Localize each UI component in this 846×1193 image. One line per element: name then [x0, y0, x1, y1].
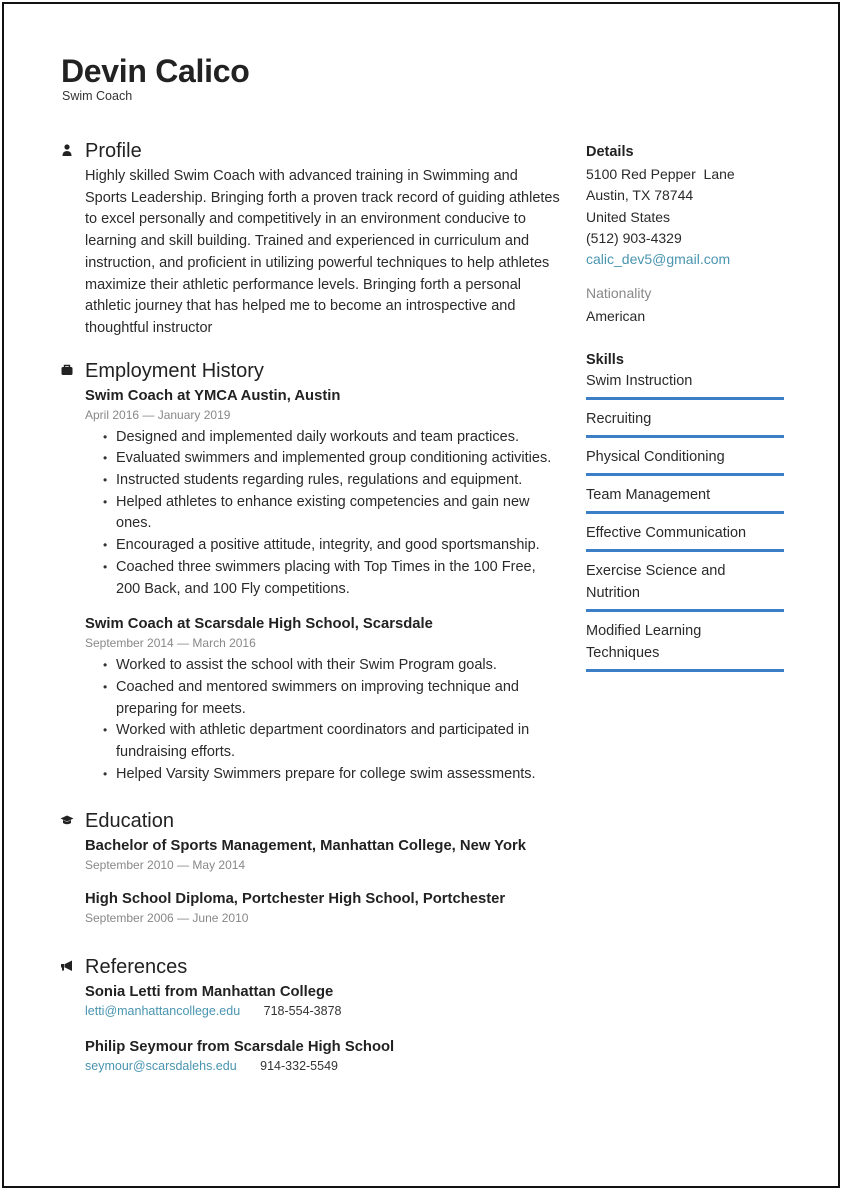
profile-summary: Highly skilled Swim Coach with advanced … [85, 168, 560, 336]
skill-level-bar [586, 510, 784, 514]
degree-title: Bachelor of Sports Management, Manhattan… [85, 838, 526, 855]
skill-item: Swim Instruction [586, 370, 784, 400]
skill-name: Team Management [586, 486, 711, 503]
skill-item: Effective Communication [586, 522, 784, 552]
briefcase-icon [61, 364, 73, 375]
bullet-item: Designed and implemented daily workouts … [103, 427, 560, 449]
employment-heading: Employment History [61, 358, 560, 384]
skill-level-bar [586, 396, 784, 400]
skill-level-fill [586, 396, 784, 400]
reference-email-link[interactable]: seymour@scarsdalehs.edu [85, 1059, 237, 1073]
address-line-2: Austin, TX 78744 [586, 187, 694, 204]
candidate-title: Swim Coach [62, 89, 133, 103]
bullet-item: Worked to assist the school with their S… [103, 655, 560, 677]
degree-dates: September 2010 — May 2014 [85, 858, 246, 873]
reference-entry: Philip Seymour from Scarsdale High Schoo… [85, 1037, 560, 1075]
skill-level-fill [586, 668, 784, 672]
phone: (512) 903-4329 [586, 229, 682, 246]
bullet-item: Coached three swimmers placing with Top … [103, 557, 560, 600]
skill-name: Effective Communication [586, 524, 747, 541]
skills-list: Swim Instruction Recruiting Physical Con… [586, 370, 784, 672]
skill-level-bar [586, 472, 784, 476]
references-heading: References [61, 954, 560, 980]
nationality-label: Nationality [586, 285, 652, 302]
profile-heading-text: Profile [85, 140, 142, 162]
skill-name: Exercise Science and Nutrition [586, 562, 726, 601]
skill-level-fill [586, 472, 784, 476]
degree-title: High School Diploma, Portchester High Sc… [85, 891, 506, 908]
education-heading-text: Education [85, 810, 174, 833]
job-bullets: Worked to assist the school with their S… [85, 655, 560, 785]
bullet-item: Worked with athletic department coordina… [103, 720, 560, 763]
address-line-1: 5100 Red Pepper Lane [586, 166, 735, 182]
skill-name: Swim Instruction [586, 372, 693, 389]
person-icon [62, 144, 72, 156]
education-section: Education Bachelor of Sports Management,… [60, 808, 560, 927]
bullet-item: Helped Varsity Swimmers prepare for coll… [103, 764, 560, 786]
employment-section: Employment History Swim Coach at YMCA Au… [60, 358, 560, 786]
reference-name: Philip Seymour from Scarsdale High Schoo… [85, 1039, 395, 1056]
reference-phone: 914-332-5549 [260, 1059, 338, 1074]
sidebar-column: Details 5100 Red Pepper Lane Austin, TX … [586, 143, 784, 680]
skill-item: Physical Conditioning [586, 446, 784, 476]
skill-level-bar [586, 434, 784, 438]
profile-section: Profile Highly skilled Swim Coach with a… [60, 138, 560, 340]
skill-name: Physical Conditioning [586, 448, 725, 465]
job-entry: Swim Coach at Scarsdale High School, Sca… [85, 614, 560, 785]
skills-heading: Skills [586, 351, 624, 368]
education-heading: Education [60, 808, 560, 834]
skill-level-fill [586, 548, 784, 552]
megaphone-icon [61, 960, 72, 972]
skill-level-fill [586, 608, 784, 612]
skill-level-fill [586, 510, 784, 514]
bullet-item: Evaluated swimmers and implemented group… [103, 448, 560, 470]
references-section: References Sonia Letti from Manhattan Co… [60, 954, 560, 1075]
email-link[interactable]: calic_dev5@gmail.com [586, 249, 784, 270]
bullet-item: Instructed students regarding rules, reg… [103, 470, 560, 492]
skill-item: Modified Learning Techniques [586, 620, 784, 672]
job-title: Swim Coach at Scarsdale High School, Sca… [85, 616, 433, 633]
employment-heading-text: Employment History [85, 359, 264, 382]
job-bullets: Designed and implemented daily workouts … [85, 427, 560, 601]
skill-level-fill [586, 434, 784, 438]
job-dates: April 2016 — January 2019 [85, 407, 231, 422]
bullet-item: Coached and mentored swimmers on improvi… [103, 677, 560, 720]
candidate-name: Devin Calico [61, 53, 250, 89]
job-title: Swim Coach at YMCA Austin, Austin [85, 387, 341, 404]
references-heading-text: References [85, 956, 188, 979]
reference-entry: Sonia Letti from Manhattan College letti… [85, 982, 560, 1020]
details-heading: Details [586, 144, 634, 160]
job-dates: September 2014 — March 2016 [85, 636, 256, 651]
main-column: Profile Highly skilled Swim Coach with a… [60, 138, 560, 1075]
skill-level-bar [586, 548, 784, 552]
skill-level-bar [586, 608, 784, 612]
details-block: 5100 Red Pepper Lane Austin, TX 78744 Un… [586, 164, 784, 270]
nationality-value: American [586, 308, 646, 325]
bullet-item: Encouraged a positive attitude, integrit… [103, 535, 560, 557]
skill-name: Modified Learning Techniques [586, 622, 702, 661]
skill-item: Exercise Science and Nutrition [586, 560, 784, 612]
bullet-item: Helped athletes to enhance existing comp… [103, 492, 560, 535]
reference-email-link[interactable]: letti@manhattancollege.edu [85, 1004, 240, 1018]
profile-heading: Profile [62, 138, 560, 164]
graduation-cap-icon [60, 815, 74, 825]
skill-item: Team Management [586, 484, 784, 514]
reference-name: Sonia Letti from Manhattan College [85, 984, 334, 1001]
skill-level-bar [586, 668, 784, 672]
skill-item: Recruiting [586, 408, 784, 438]
job-entry: Swim Coach at YMCA Austin, Austin April … [85, 386, 560, 601]
education-entry: Bachelor of Sports Management, Manhattan… [85, 836, 560, 874]
skill-name: Recruiting [586, 410, 652, 427]
education-entry: High School Diploma, Portchester High Sc… [85, 889, 560, 927]
reference-phone: 718-554-3878 [263, 1004, 342, 1019]
country: United States [586, 208, 671, 225]
degree-dates: September 2006 — June 2010 [85, 911, 249, 926]
